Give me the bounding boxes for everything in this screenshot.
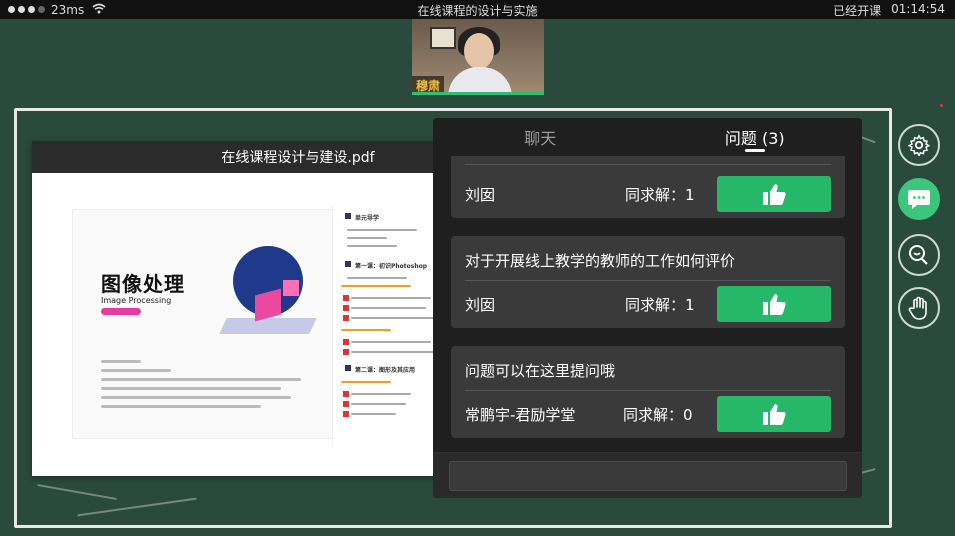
raise-hand-button[interactable] (898, 287, 940, 329)
qa-icon (909, 245, 928, 265)
toc-unit-icon (345, 213, 351, 219)
vote-count: 1 (685, 186, 695, 204)
course-title: 在线课程的设计与实施 (417, 4, 538, 18)
question-text: 对于开展线上教学的教师的工作如何评价 (465, 252, 736, 270)
question-author: 常鹏宇-君励学堂 (465, 406, 576, 424)
thumbs-up-icon (763, 294, 786, 315)
question-list[interactable]: 刘囡 同求解：1 对于开展线上教学的教师的工作如何评价 刘囡 同求解：1 问题可… (433, 156, 862, 452)
vote-count-label: 同求解：0 (623, 406, 693, 424)
question-author: 刘囡 (465, 186, 496, 204)
pdf-filename: 在线课程设计与建设.pdf (32, 141, 444, 173)
toc-lesson2: 第二课：图形及其应用 (355, 367, 416, 374)
class-status: 已经开课 (833, 4, 882, 18)
wifi-icon (92, 3, 106, 17)
like-button[interactable] (717, 176, 831, 212)
cover-illustration (213, 240, 323, 340)
chat-bubble-icon (908, 190, 930, 209)
cover-text-block (101, 360, 311, 414)
tab-questions[interactable]: 问题 (3) (648, 118, 863, 156)
toc-lesson2-icon (345, 365, 351, 371)
pdf-page[interactable]: 图像处理 Image Processing 单元导学 第一课：初识Photosh… (32, 173, 444, 476)
tab-chat[interactable]: 聊天 (433, 118, 648, 156)
question-card: 对于开展线上教学的教师的工作如何评价 刘囡 同求解：1 (451, 236, 845, 328)
question-input[interactable] (449, 461, 847, 491)
like-button[interactable] (717, 286, 831, 322)
teacher-video[interactable]: 穆肃 (412, 19, 544, 95)
toc-lesson1: 第一课：初识Photoshop (355, 263, 428, 270)
cover-title: 图像处理 (101, 272, 185, 296)
indicator-dot (940, 104, 943, 107)
question-card: 问题可以在这里提问哦 常鹏宇-君励学堂 同求解：0 (451, 346, 845, 438)
vote-count: 0 (683, 406, 693, 424)
wall-picture (430, 27, 456, 49)
toc-unit-heading: 单元导学 (355, 215, 380, 222)
status-bar: 23ms 在线课程的设计与实施 已经开课 01:14:54 (0, 0, 955, 19)
pdf-cover-page: 图像处理 Image Processing (72, 209, 334, 439)
vote-count-label: 同求解：1 (625, 296, 695, 314)
chat-button[interactable] (898, 178, 940, 220)
thumbs-up-icon (763, 184, 786, 205)
gear-icon (908, 134, 930, 156)
toc-lesson1-icon (345, 261, 351, 267)
raise-hand-icon (908, 296, 927, 320)
pdf-toc-page: 单元导学 第一课：初识Photoshop 第二课：图形及其应用 (332, 205, 444, 445)
question-text: 问题可以在这里提问哦 (465, 362, 616, 380)
cover-badge (101, 308, 141, 315)
qa-button[interactable] (898, 234, 940, 276)
cover-subtitle: Image Processing (101, 296, 172, 305)
elapsed-timer: 01:14:54 (891, 2, 945, 16)
question-input-area (433, 452, 862, 498)
settings-button[interactable] (898, 124, 940, 166)
like-button[interactable] (717, 396, 831, 432)
qa-panel: 聊天 问题 (3) 刘囡 同求解：1 对于开展线上教学的教师的工作如何评价 刘囡… (433, 118, 862, 498)
question-card: 刘囡 同求解：1 (451, 156, 845, 218)
thumbs-up-icon (763, 404, 786, 425)
signal-strength-icon (8, 6, 45, 13)
vote-count-label: 同求解：1 (625, 186, 695, 204)
vote-count: 1 (685, 296, 695, 314)
question-author: 刘囡 (465, 296, 496, 314)
pdf-viewer[interactable]: 在线课程设计与建设.pdf 图像处理 Image Processing 单元导学… (32, 141, 444, 476)
qa-tabs: 聊天 问题 (3) (433, 118, 862, 156)
latency-readout: 23ms (51, 2, 85, 17)
